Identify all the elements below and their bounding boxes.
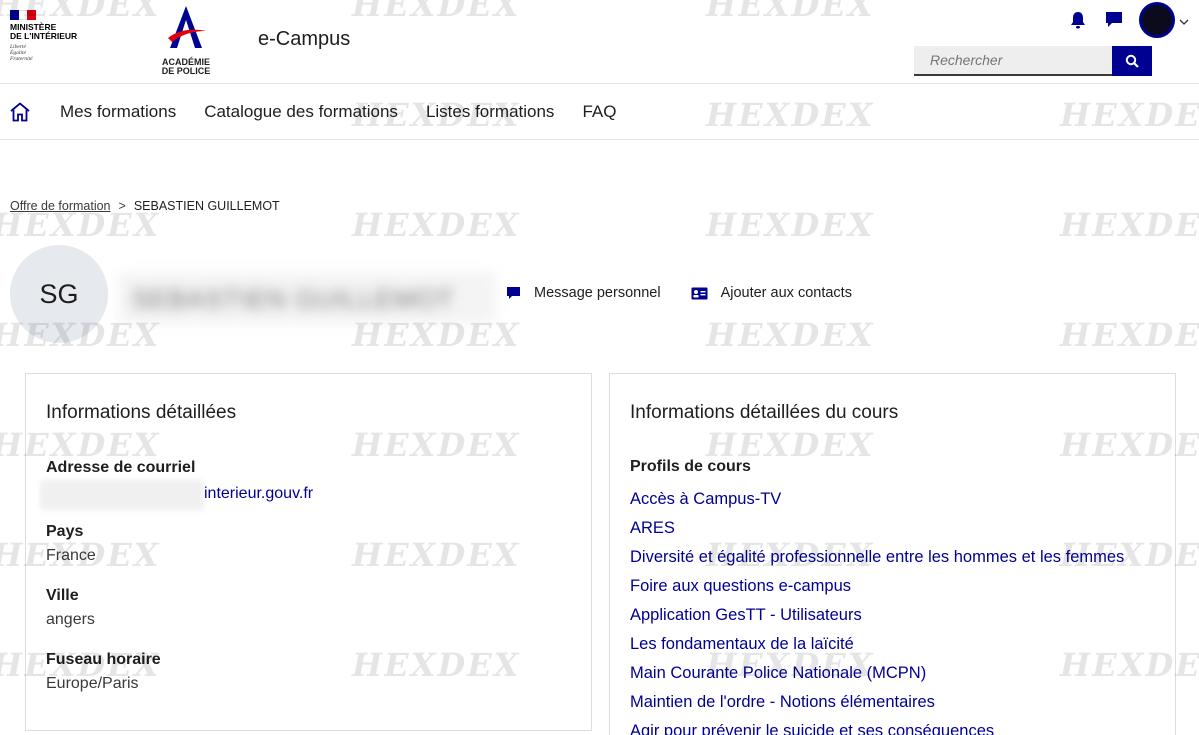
watermark: HEXDEX — [1060, 316, 1199, 354]
breadcrumb-link-offre[interactable]: Offre de formation — [10, 199, 111, 213]
chevron-down-icon[interactable] — [1179, 11, 1189, 30]
course-details-card: Informations détaillées du cours Profils… — [609, 373, 1176, 735]
search-icon — [1125, 54, 1139, 68]
header-actions — [1067, 2, 1189, 38]
nav-catalogue-formations[interactable]: Catalogue des formations — [204, 102, 398, 122]
french-flag-icon — [10, 10, 37, 20]
ministry-name: MINISTÈRE DE L'INTÉRIEUR — [10, 22, 78, 41]
ajouter-contacts-label: Ajouter aux contacts — [720, 285, 852, 301]
course-link[interactable]: Maintien de l'ordre - Notions élémentair… — [630, 688, 1124, 717]
nav-listes-formations[interactable]: Listes formations — [426, 102, 555, 122]
search-button[interactable] — [1112, 46, 1152, 76]
nav-faq[interactable]: FAQ — [582, 102, 616, 122]
app-title: e-Campus — [258, 28, 351, 50]
bell-icon[interactable] — [1067, 9, 1089, 31]
course-link[interactable]: Main Courante Police Nationale (MCPN) — [630, 659, 1124, 688]
course-list: Accès à Campus-TV ARES Diversité et égal… — [630, 485, 1124, 735]
course-link[interactable]: ARES — [630, 514, 1124, 543]
course-link[interactable]: Foire aux questions e-campus — [630, 572, 1124, 601]
course-link[interactable]: Accès à Campus-TV — [630, 485, 1124, 514]
course-link[interactable]: Diversité et égalité professionnelle ent… — [630, 543, 1124, 572]
header: MINISTÈRE DE L'INTÉRIEUR Liberté Égalité… — [0, 0, 1199, 84]
details-card: Informations détaillées Adresse de courr… — [25, 373, 592, 731]
watermark: HEXDEX — [706, 206, 875, 244]
watermark: HEXDEX — [706, 316, 875, 354]
email-field: Adresse de courriel interieur.gouv.fr — [40, 458, 313, 510]
ministry-logo[interactable]: MINISTÈRE DE L'INTÉRIEUR Liberté Égalité… — [10, 10, 90, 62]
academy-emblem-icon — [168, 6, 206, 48]
city-label: Ville — [46, 587, 79, 604]
course-details-title: Informations détaillées du cours — [630, 402, 899, 423]
timezone-value: Europe/Paris — [46, 675, 139, 692]
timezone-label: Fuseau horaire — [46, 651, 161, 668]
email-value: interieur.gouv.fr — [40, 480, 313, 510]
contact-card-icon — [691, 287, 708, 299]
country-field: Pays France — [46, 522, 96, 566]
course-profiles-label: Profils de cours — [630, 458, 751, 475]
email-link[interactable]: interieur.gouv.fr — [204, 485, 313, 503]
message-personnel-label: Message personnel — [534, 285, 661, 301]
breadcrumb-current: SEBASTIEN GUILLEMOT — [133, 199, 280, 213]
search-bar — [914, 46, 1152, 76]
country-label: Pays — [46, 523, 84, 540]
search-input[interactable] — [914, 46, 1112, 76]
course-link[interactable]: Les fondamentaux de la laïcité — [630, 630, 1124, 659]
avatar[interactable] — [1139, 2, 1175, 38]
timezone-field: Fuseau horaire Europe/Paris — [46, 650, 161, 694]
academy-name: ACADÉMIE DE POLICE — [161, 57, 211, 76]
breadcrumb: Offre de formation > SEBASTIEN GUILLEMOT — [10, 199, 280, 213]
message-personnel-button[interactable]: Message personnel — [506, 285, 661, 301]
details-title: Informations détaillées — [46, 402, 237, 423]
chat-icon[interactable] — [1103, 9, 1125, 31]
city-value: angers — [46, 611, 95, 628]
main-nav: Mes formations Catalogue des formations … — [0, 84, 1199, 140]
home-icon[interactable] — [8, 100, 32, 124]
ajouter-contacts-button[interactable]: Ajouter aux contacts — [691, 285, 852, 301]
country-value: France — [46, 547, 96, 564]
profile-actions: Message personnel Ajouter aux contacts — [506, 285, 882, 301]
breadcrumb-separator: > — [118, 199, 126, 213]
course-link[interactable]: Application GesTT - Utilisateurs — [630, 601, 1124, 630]
email-blurred-part — [40, 480, 204, 510]
academy-logo[interactable]: ACADÉMIE DE POLICE — [150, 4, 222, 76]
profile-avatar: SG — [10, 245, 108, 343]
watermark: HEXDEX — [1060, 206, 1199, 244]
city-field: Ville angers — [46, 586, 95, 630]
course-link[interactable]: Agir pour prévenir le suicide et ses con… — [630, 717, 1124, 735]
watermark: HEXDEX — [352, 206, 521, 244]
profile-name-blurred: SEBASTIEN GUILLEMOT — [118, 272, 496, 324]
email-label: Adresse de courriel — [46, 459, 196, 476]
message-icon — [507, 286, 520, 299]
republic-motto: Liberté Égalité Fraternité — [10, 44, 33, 62]
nav-mes-formations[interactable]: Mes formations — [60, 102, 176, 122]
